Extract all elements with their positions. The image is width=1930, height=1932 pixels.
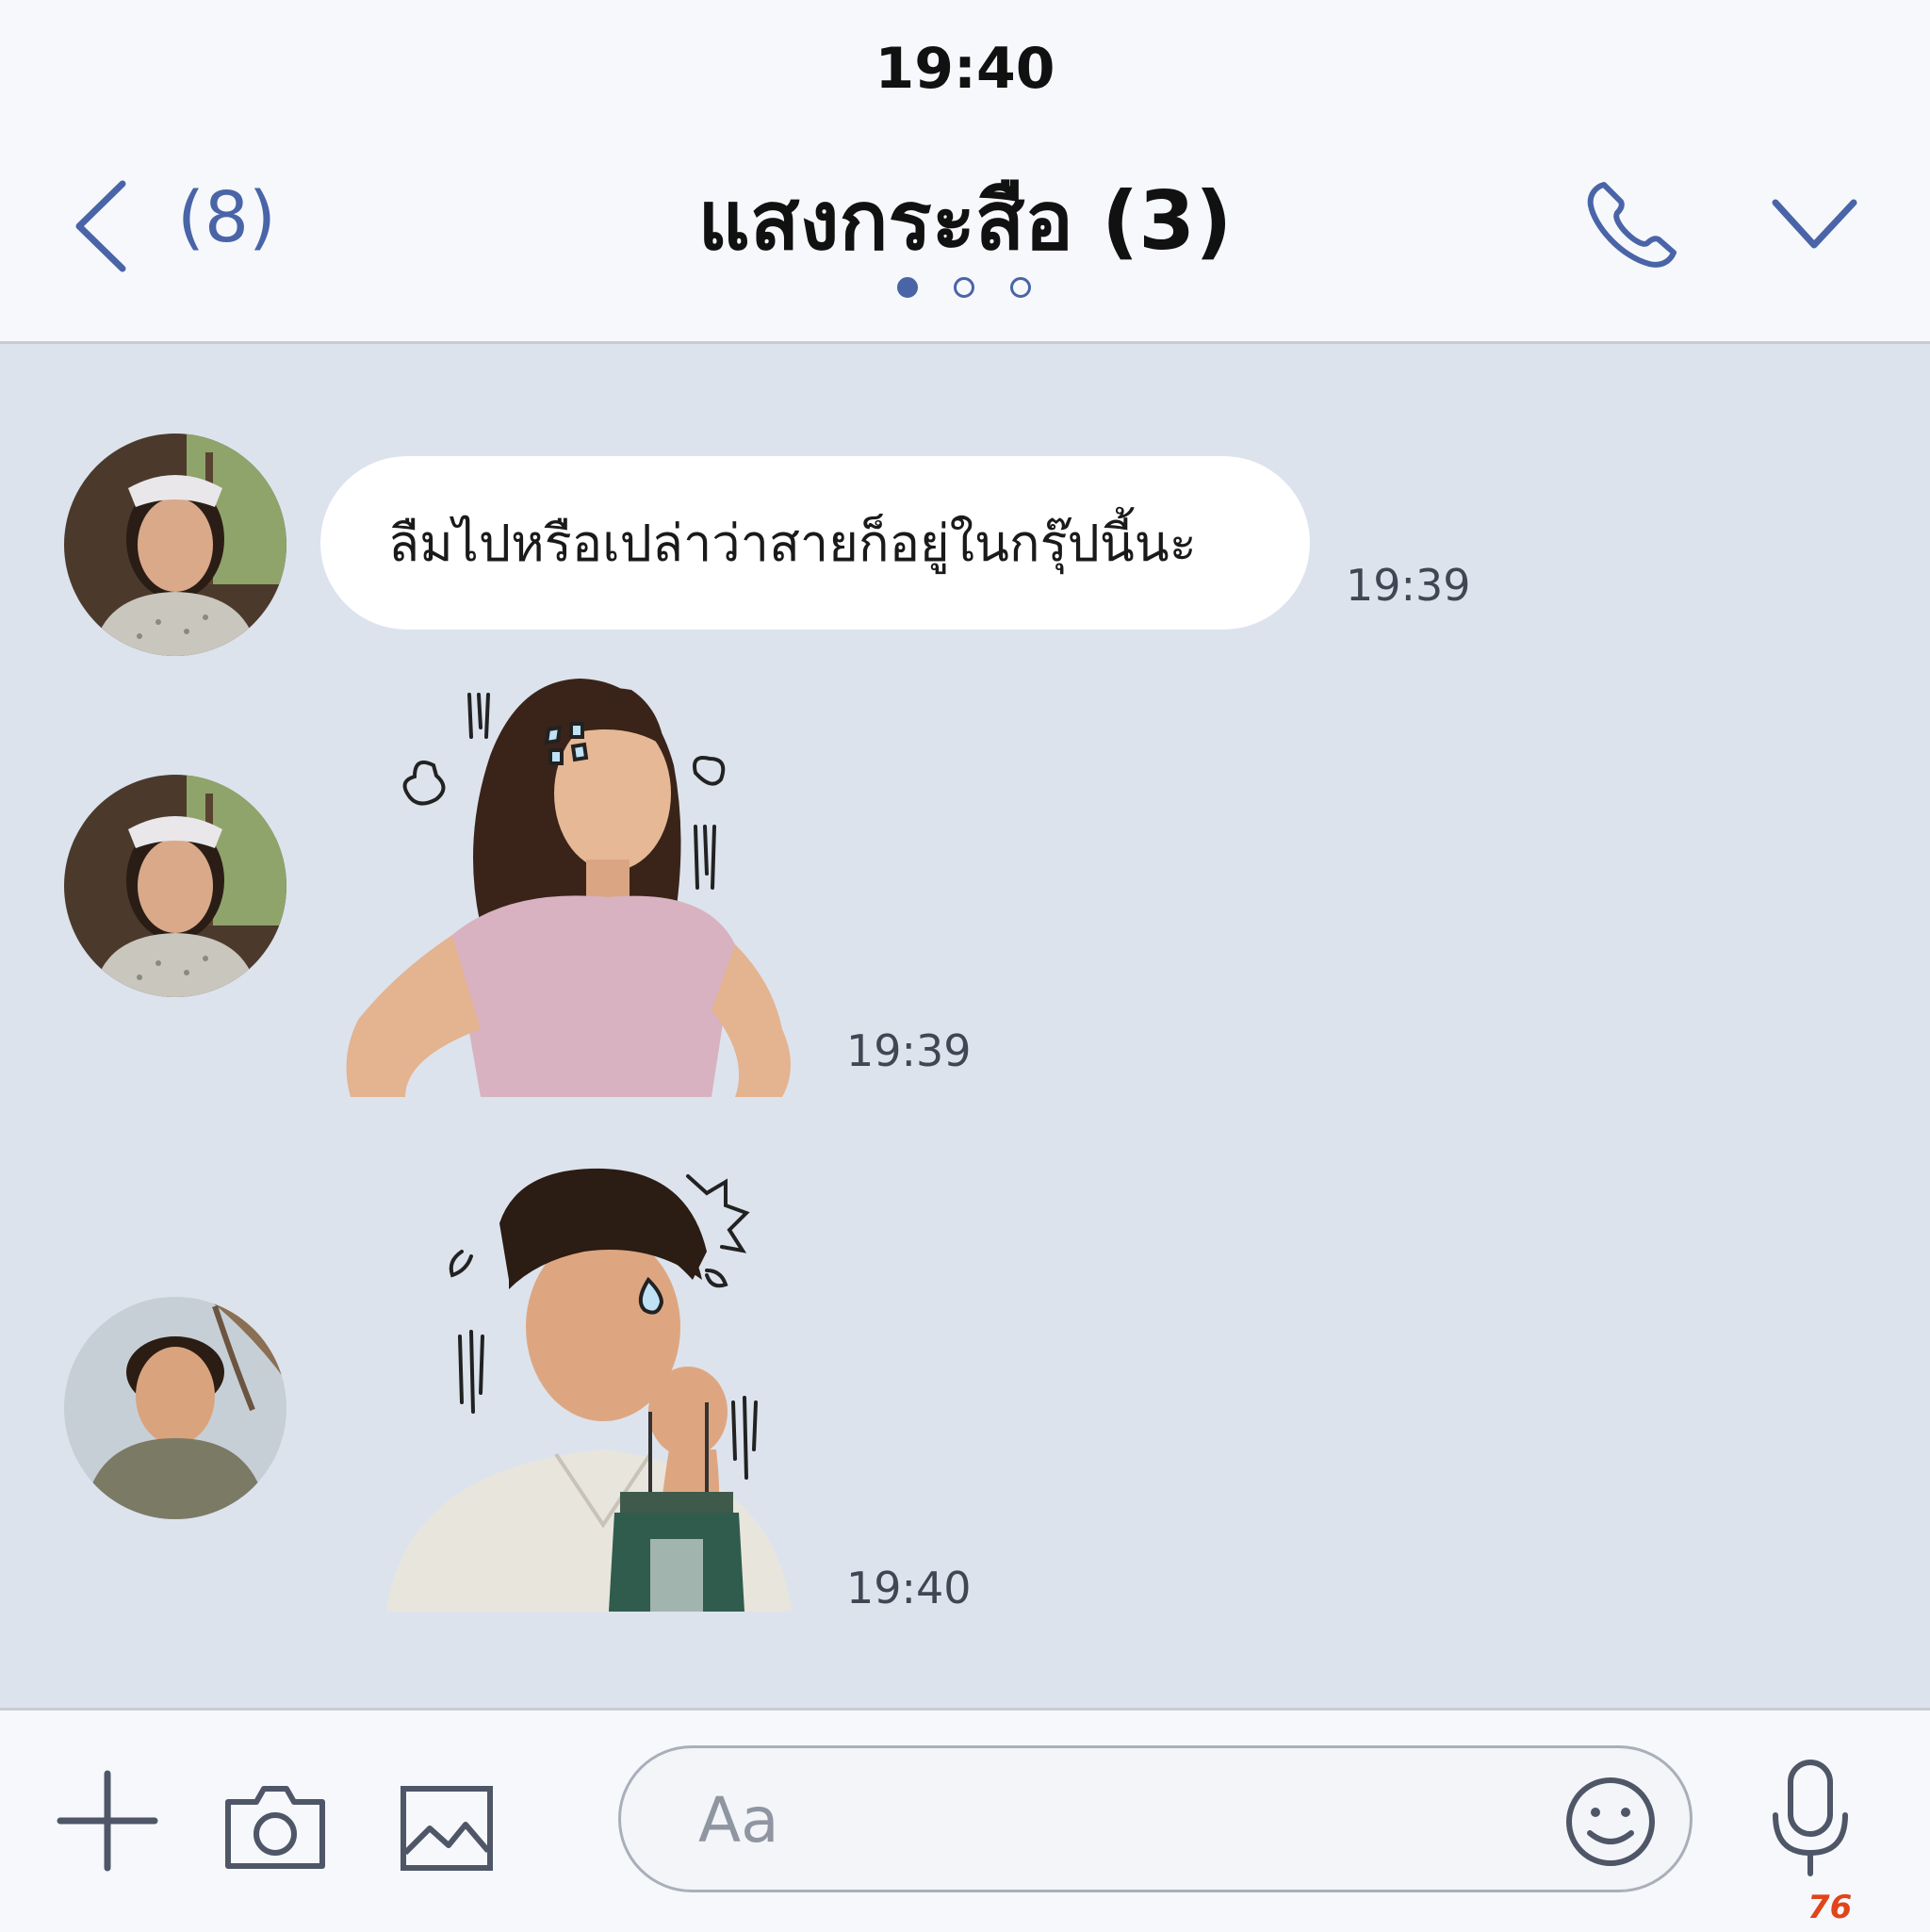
message-time: 19:39 [1346,560,1471,611]
page-dot[interactable] [954,277,974,298]
avatar-photo [64,434,286,656]
message-text: ลืมไปหรือเปล่าว่าสายก็อยู่ในกรุ๊ปนี้นะ [388,514,1197,573]
image-icon[interactable] [400,1785,494,1875]
status-bar-time: 19:40 [875,36,1055,102]
plus-icon[interactable] [55,1768,160,1877]
menu-toggle-button[interactable] [1770,193,1859,254]
worried-man-lantern-sticker[interactable] [368,1167,801,1615]
microphone-icon[interactable] [1768,1757,1853,1881]
page-indicator [897,277,1031,303]
phone-icon [1587,182,1676,268]
avatar-photo [64,775,286,997]
message-time: 19:40 [846,1563,972,1613]
page-dot[interactable] [1010,277,1031,298]
input-placeholder: Aa [698,1784,779,1857]
page-dot-active[interactable] [897,277,918,298]
emoji-icon[interactable] [1563,1775,1658,1873]
man-avatar[interactable] [64,1297,286,1519]
watermark-logo: 76 [1807,1889,1853,1926]
woman-nurse-avatar[interactable] [64,775,286,997]
call-button[interactable] [1583,177,1682,271]
woman-nurse-avatar[interactable] [64,434,286,656]
message-time: 19:39 [846,1025,972,1076]
message-input[interactable]: Aa [618,1745,1693,1892]
chevron-down-icon [1772,199,1857,249]
camera-icon[interactable] [224,1783,326,1874]
angry-woman-sticker[interactable] [339,671,801,1101]
avatar-photo [64,1297,286,1519]
message-bubble[interactable]: ลืมไปหรือเปล่าว่าสายก็อยู่ในกรุ๊ปนี้นะ [320,456,1310,630]
sticker-image [346,679,791,1097]
sticker-image [386,1168,792,1612]
chat-header: 19:40 (8) แสงกระสือ (3) [0,0,1930,344]
